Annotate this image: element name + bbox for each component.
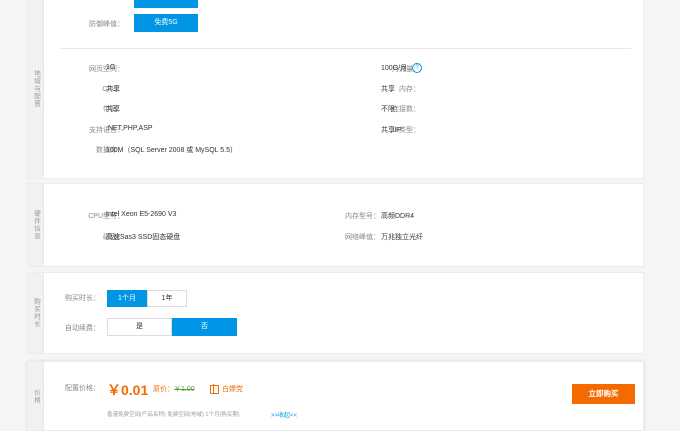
hardware-side-label: 硬件信息 <box>28 184 44 266</box>
original-price: 原价：￥1.00 <box>153 386 195 393</box>
gift-badge: 白嫖党 <box>210 383 243 394</box>
ddos-option-button[interactable]: 免费5G <box>134 14 198 32</box>
database-value: 100M（SQL Server 2008 或 MySQL 5.5） <box>106 147 237 154</box>
purchase-side-label: 购买时长 <box>28 273 44 353</box>
price-side-label: 价格 <box>28 362 44 430</box>
auto-renew-label: 自动续费： <box>65 325 100 332</box>
languages-value: .NET,PHP,ASP <box>106 125 153 132</box>
memory-model-label: 内存型号： <box>345 213 380 220</box>
purchase-panel: 购买时长 购买时长： 1个月 1年 自动续费： 是 否 <box>27 272 644 354</box>
web-space-value: 1G <box>106 64 116 71</box>
auto-renew-no-button[interactable]: 否 <box>172 318 237 336</box>
config-price-label: 配置价格： <box>65 385 100 392</box>
memory-model-value: 高频DDR4 <box>381 213 415 220</box>
divider <box>60 48 631 49</box>
region-side-label: 地域与配置 <box>28 0 44 178</box>
traffic-value: 100G/月? <box>381 63 423 74</box>
buy-now-button[interactable]: 立即购买 <box>572 384 635 404</box>
auto-renew-yes-button[interactable]: 是 <box>107 318 172 336</box>
hardware-panel: 硬件信息 CPU型号： Intel Xeon E5-2690 V3 内存型号： … <box>27 183 644 267</box>
order-summary: 香港免费空间(产品名称) 免费空间(地域) 1个月(购买期) <box>107 412 240 418</box>
duration-1-month-button[interactable]: 1个月 <box>107 290 147 307</box>
connections-value: 不限 <box>381 106 395 113</box>
cpu-model-value: Intel Xeon E5-2690 V3 <box>106 211 177 218</box>
gift-icon <box>210 383 219 394</box>
price-amount: ￥0.01 <box>107 382 149 398</box>
region-config-panel: 地域与配置 防御峰值： 免费5G 网页空间： 1G 月流量： 100G/月? C… <box>27 0 644 179</box>
collapse-link[interactable]: >>收起<< <box>271 410 297 419</box>
region-option-button[interactable] <box>134 0 198 8</box>
disk-value: 高速Sas3 SSD固态硬盘 <box>106 234 181 241</box>
price-panel: 价格 配置价格： ￥0.01 原价：￥1.00 白嫖党 香港免费空间(产品名称)… <box>27 361 644 431</box>
help-icon[interactable]: ? <box>412 63 423 74</box>
duration-1-year-button[interactable]: 1年 <box>147 290 187 307</box>
bandwidth-value: 共享 <box>106 106 120 113</box>
ip-type-value: 共享IP <box>381 127 402 134</box>
network-label: 网络峰值： <box>345 234 380 241</box>
network-value: 万兆独立光纤 <box>381 234 423 241</box>
duration-label: 购买时长： <box>65 295 100 302</box>
cpu-value: 共享 <box>106 86 120 93</box>
memory-value: 共享 <box>381 86 395 93</box>
ddos-label: 防御峰值： <box>89 21 124 28</box>
